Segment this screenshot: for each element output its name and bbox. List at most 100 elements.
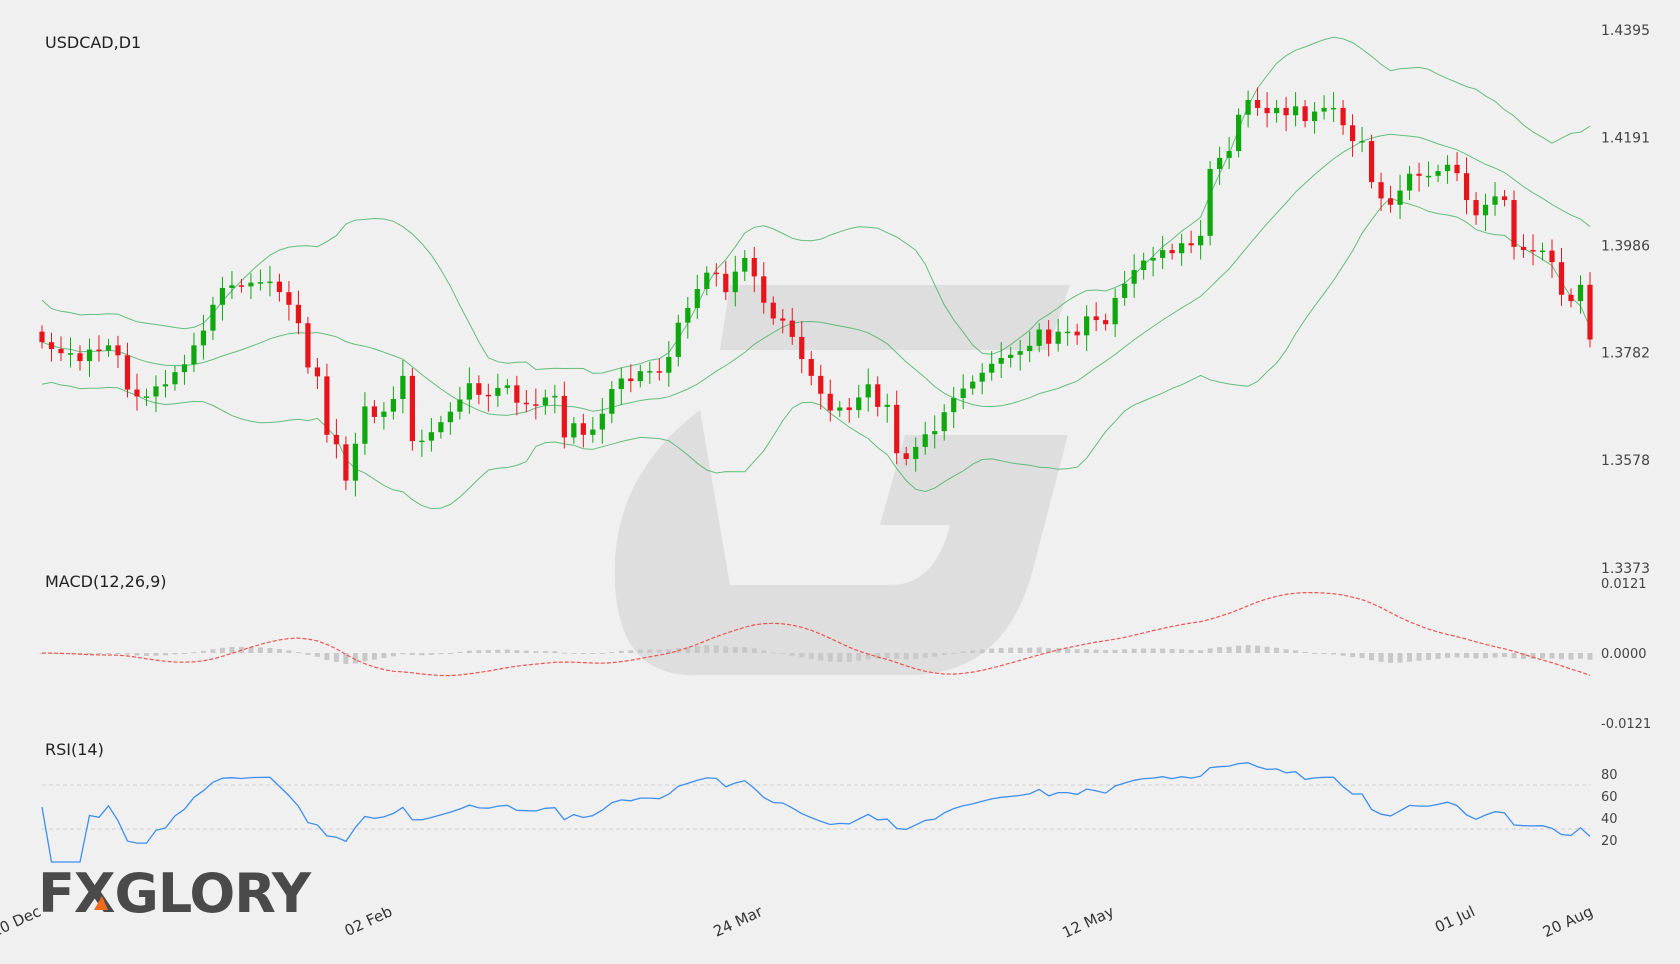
macd-histogram-bar (305, 653, 311, 655)
macd-histogram-bar (1473, 653, 1479, 659)
candle-body (1349, 125, 1356, 142)
candle-body (485, 394, 491, 397)
candle-body (970, 381, 976, 389)
candle-body (1311, 111, 1318, 122)
macd-histogram-bar (1568, 653, 1574, 660)
candle-body (305, 323, 311, 368)
candle-body (1387, 198, 1394, 205)
macd-histogram-bar (105, 653, 111, 654)
candle-body (1122, 283, 1128, 298)
macd-panel-title: MACD(12,26,9) (45, 572, 167, 591)
macd-histogram-bar (846, 653, 852, 662)
rsi-line (41, 762, 1591, 863)
candle-body (903, 453, 909, 460)
candle-body (704, 272, 710, 289)
macd-histogram-bar (818, 653, 824, 661)
candle-body (105, 345, 112, 351)
candle-body (1482, 204, 1489, 216)
candle-body (533, 404, 539, 406)
macd-histogram-bar (1131, 648, 1137, 653)
x-axis-tick: 01 Jul (1432, 902, 1478, 936)
candle-body (238, 285, 245, 287)
fxglory-logo: FXGLORY (38, 862, 313, 925)
candle-body (400, 375, 406, 400)
candle-body (1027, 345, 1033, 352)
macd-histogram-bar (656, 649, 662, 653)
candle-body (580, 423, 586, 435)
macd-histogram-bar (1255, 645, 1261, 653)
rsi-y-tick: 80 (1601, 768, 1618, 783)
candle-body (1017, 351, 1023, 355)
candle-body (818, 375, 824, 394)
candle-body (1226, 151, 1232, 158)
macd-histogram-bar (1008, 647, 1014, 653)
candle-body (200, 330, 207, 346)
macd-histogram-bar (1226, 646, 1232, 653)
macd-histogram-bar (751, 648, 757, 653)
candle-body (153, 386, 159, 397)
candle-body (1368, 141, 1375, 183)
candle-body (1131, 270, 1137, 284)
macd-histogram-bar (1340, 653, 1346, 656)
candle-body (1150, 257, 1156, 261)
candle-body (1577, 284, 1584, 302)
candle-body (210, 304, 216, 331)
macd-histogram-bar (1150, 648, 1156, 653)
price-y-tick: 1.3986 (1601, 238, 1650, 254)
candle-body (723, 273, 729, 293)
x-axis-tick: 20 Aug (1540, 902, 1596, 941)
macd-histogram-bar (1302, 651, 1308, 653)
macd-histogram-bar (1198, 650, 1204, 653)
candle-body (998, 357, 1004, 364)
rsi-panel: RSI(14) (41, 740, 1591, 863)
candle-body (1264, 107, 1270, 114)
x-axis-tick: 24 Mar (711, 902, 767, 941)
macd-histogram-bar (143, 653, 149, 656)
candle-body (428, 432, 434, 441)
macd-histogram-bar (1122, 649, 1128, 653)
rsi-panel-title: RSI(14) (45, 740, 104, 759)
candle-body (1425, 175, 1432, 178)
macd-histogram-bar (808, 653, 814, 660)
candle-body (324, 376, 330, 435)
macd-histogram-bar (856, 653, 862, 661)
candle-body (286, 292, 292, 305)
macd-histogram-bar (1426, 653, 1432, 660)
macd-histogram-bar (1141, 648, 1147, 653)
macd-histogram-bar (1093, 649, 1099, 653)
candle-body (1530, 250, 1536, 252)
candle-body (96, 349, 102, 352)
candle-body (685, 307, 691, 323)
macd-histogram-bar (96, 653, 102, 654)
candle-body (865, 384, 871, 398)
macd-histogram-bar (694, 646, 700, 653)
macd-histogram-bar (979, 649, 985, 653)
macd-histogram-bar (590, 653, 596, 654)
macd-histogram-bar (134, 653, 140, 656)
macd-histogram-bar (124, 653, 130, 655)
macd-histogram-bar (1283, 649, 1289, 653)
candle-body (181, 364, 188, 373)
candle-body (941, 412, 947, 432)
candle-body (922, 434, 928, 447)
macd-histogram-bar (1378, 653, 1384, 662)
macd-histogram-bar (799, 653, 805, 658)
macd-histogram-bar (314, 653, 320, 657)
macd-histogram-bar (960, 651, 966, 653)
macd-histogram-bar (419, 653, 425, 656)
macd-histogram-bar (637, 649, 643, 653)
macd-y-tick: -0.0121 (1601, 717, 1651, 732)
macd-histogram-bar (780, 653, 786, 655)
macd-histogram-bar (837, 653, 843, 662)
macd-histogram-bar (447, 653, 453, 654)
candle-body (229, 285, 235, 288)
macd-histogram-bar (742, 647, 748, 653)
candle-body (713, 272, 719, 275)
bollinger-lower-band (41, 197, 1591, 510)
macd-histogram-bar (1103, 650, 1109, 653)
macd-histogram-bar (941, 653, 947, 655)
macd-histogram-bar (466, 650, 472, 653)
candle-body (799, 336, 805, 360)
candle-body (352, 443, 359, 481)
macd-histogram-bar (533, 651, 539, 653)
